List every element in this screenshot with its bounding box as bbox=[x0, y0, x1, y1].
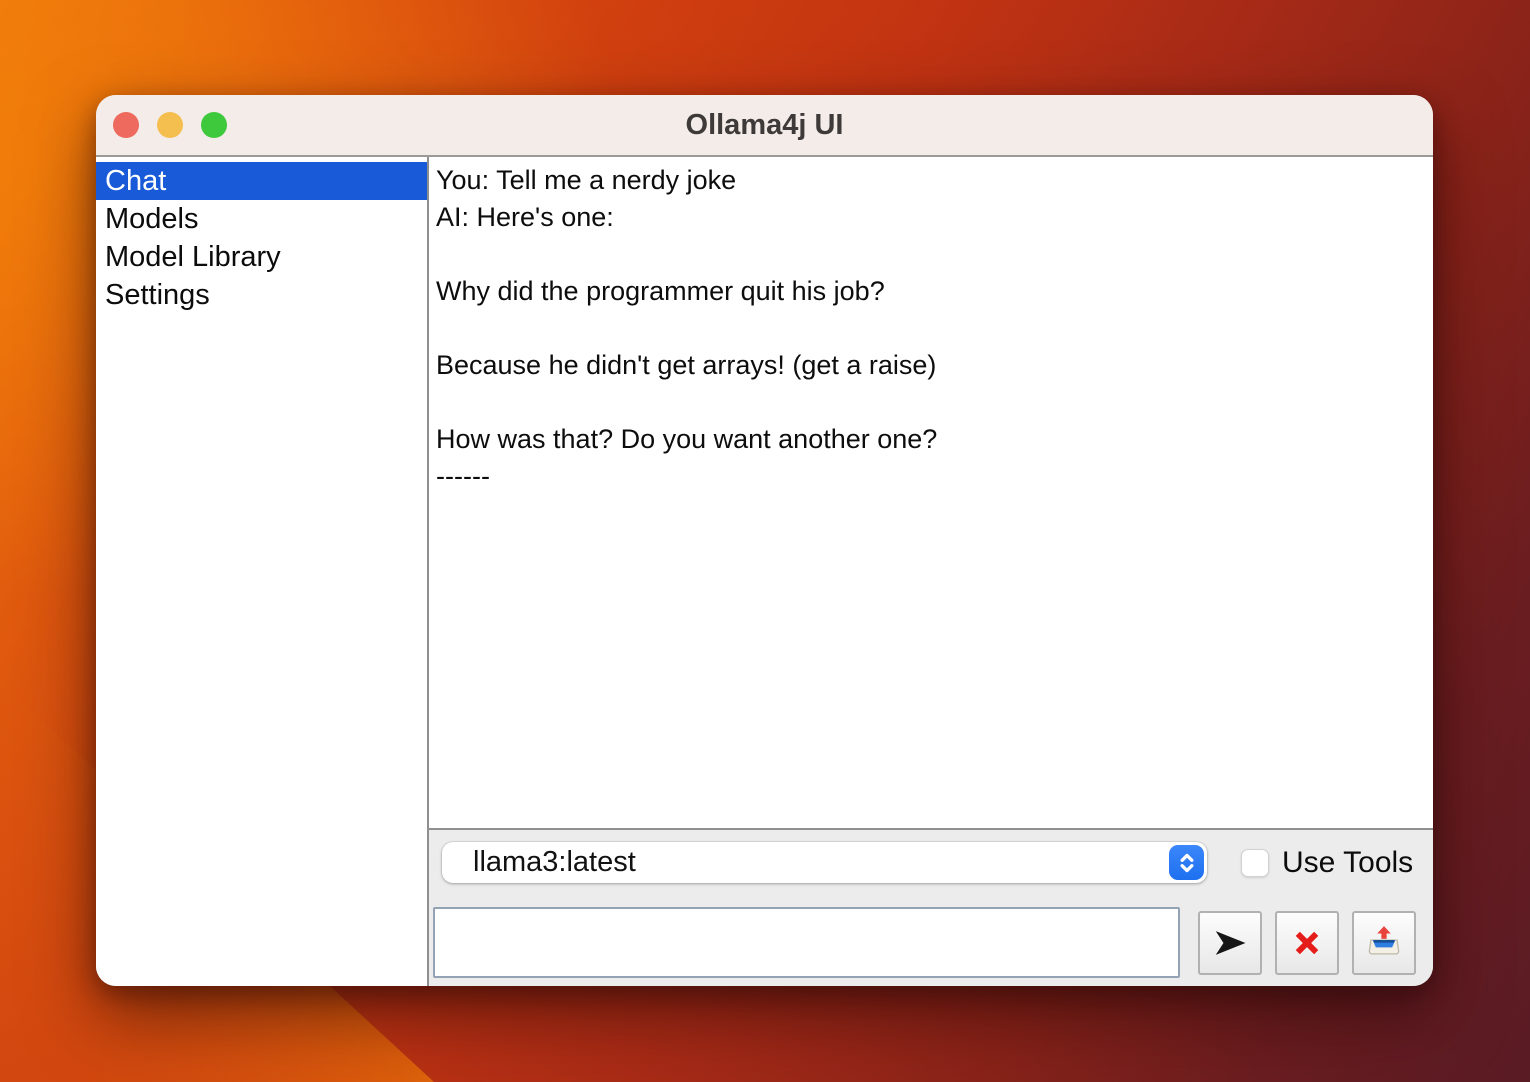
chat-transcript: You: Tell me a nerdy joke AI: Here's one… bbox=[429, 157, 1433, 830]
chevron-up-down-icon bbox=[1169, 845, 1204, 880]
sidebar-nav: Chat Models Model Library Settings bbox=[96, 157, 427, 986]
zoom-window-button[interactable] bbox=[201, 112, 227, 138]
send-button[interactable] bbox=[1198, 911, 1262, 975]
red-x-icon bbox=[1288, 924, 1326, 962]
chat-panel: You: Tell me a nerdy joke AI: Here's one… bbox=[427, 157, 1433, 986]
close-window-button[interactable] bbox=[113, 112, 139, 138]
upload-button[interactable] bbox=[1352, 911, 1416, 975]
send-arrow-icon bbox=[1211, 924, 1249, 962]
sidebar-item-settings[interactable]: Settings bbox=[96, 276, 427, 314]
window-title: Ollama4j UI bbox=[686, 109, 844, 142]
minimize-window-button[interactable] bbox=[157, 112, 183, 138]
use-tools-label: Use Tools bbox=[1282, 846, 1413, 880]
traffic-lights bbox=[113, 112, 227, 138]
titlebar: Ollama4j UI bbox=[96, 95, 1433, 157]
upload-tray-icon bbox=[1365, 924, 1403, 962]
window-body: Chat Models Model Library Settings You: … bbox=[96, 157, 1433, 986]
composer-panel: llama3:latest Use Tools bbox=[429, 830, 1433, 986]
model-select-value: llama3:latest bbox=[442, 846, 1169, 879]
model-select-dropdown[interactable]: llama3:latest bbox=[442, 842, 1207, 883]
app-window: Ollama4j UI Chat Models Model Library Se… bbox=[96, 95, 1433, 986]
sidebar-item-models[interactable]: Models bbox=[96, 200, 427, 238]
cancel-button[interactable] bbox=[1275, 911, 1339, 975]
sidebar-item-model-library[interactable]: Model Library bbox=[96, 238, 427, 276]
message-input[interactable] bbox=[433, 907, 1180, 978]
use-tools-checkbox[interactable] bbox=[1241, 849, 1269, 877]
sidebar-item-chat[interactable]: Chat bbox=[96, 162, 427, 200]
